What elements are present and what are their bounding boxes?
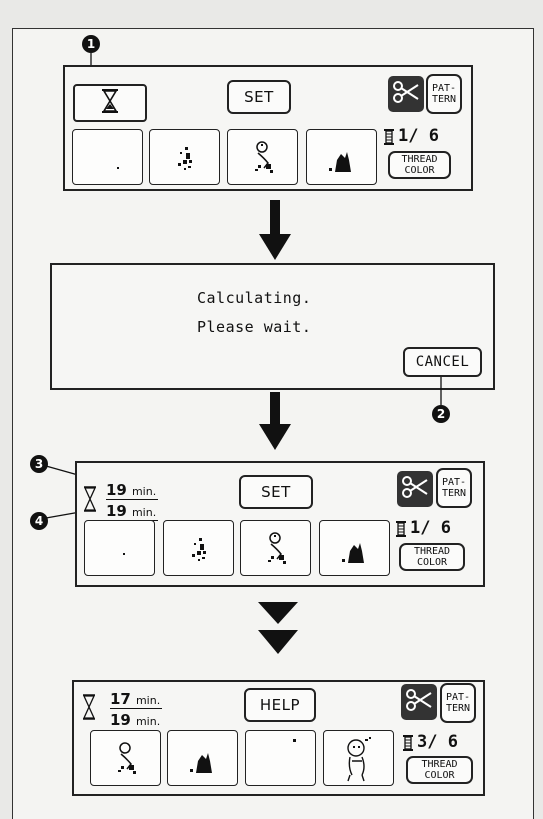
thread-color-button[interactable]: THREAD COLOR <box>406 756 473 784</box>
dot-mark <box>293 739 296 742</box>
screen3-panel: 19 min. 19 min. SET PAT- TERN 1/ 6 THREA… <box>75 461 485 587</box>
thumbnail-4[interactable] <box>323 730 394 786</box>
thumbnail-3[interactable] <box>240 520 311 576</box>
screen4-panel: 17 min. 19 min. HELP PAT- TERN 3/ 6 THRE… <box>72 680 485 796</box>
scissors-button[interactable] <box>397 471 433 507</box>
total-time: 19 min. <box>106 480 159 500</box>
pattern-label-2: TERN <box>445 703 471 714</box>
cat-figure-icon <box>190 753 212 773</box>
thumbnail-2[interactable] <box>167 730 238 786</box>
dot-mark <box>123 553 125 555</box>
hourglass-icon <box>83 486 97 516</box>
remaining-time-value: 19 <box>110 711 131 729</box>
thread-counter: 1/ 6 <box>410 518 451 538</box>
pattern-label-2: TERN <box>441 488 467 499</box>
help-button-label: HELP <box>259 696 301 714</box>
remaining-time: 19 min. <box>110 710 160 729</box>
thread-spool-icon <box>395 521 407 541</box>
thumbnail-1[interactable] <box>84 520 155 576</box>
total-time-value: 17 <box>110 690 131 708</box>
thread-color-button[interactable]: THREAD COLOR <box>399 543 465 571</box>
thread-label-1: THREAD <box>421 759 458 770</box>
thumbnail-4[interactable] <box>319 520 390 576</box>
cartoon-character-icon <box>118 742 136 774</box>
cartoon-character-icon <box>268 532 286 564</box>
scissors-icon <box>401 475 429 503</box>
cartoon-child-icon <box>347 737 371 782</box>
scissors-button[interactable] <box>401 684 437 720</box>
thumbnail-2[interactable] <box>163 520 234 576</box>
thread-label-1: THREAD <box>413 546 451 557</box>
thread-counter: 3/ 6 <box>417 732 458 752</box>
pattern-label-1: PAT- <box>445 692 471 703</box>
pattern-button[interactable]: PAT- TERN <box>436 468 472 508</box>
remaining-time-unit: min. <box>131 506 157 519</box>
pattern-button[interactable]: PAT- TERN <box>440 683 476 723</box>
thumbnail-3[interactable] <box>245 730 316 786</box>
cat-figure-icon <box>342 543 364 563</box>
pattern-label-1: PAT- <box>441 477 467 488</box>
total-time-value: 19 <box>106 481 127 499</box>
remaining-time-value: 19 <box>106 502 127 520</box>
set-button-label: SET <box>261 483 291 501</box>
remaining-time: 19 min. <box>106 501 159 521</box>
remaining-time-unit: min. <box>135 715 161 728</box>
total-time: 17 min. <box>110 689 163 709</box>
total-time-unit: min. <box>131 485 157 498</box>
scissors-icon <box>405 688 433 716</box>
thread-label-2: COLOR <box>424 770 455 781</box>
double-arrow-down-icon <box>258 602 298 654</box>
hourglass-icon <box>82 694 96 724</box>
thread-spool-icon <box>402 735 414 755</box>
cartoon-figure-small-icon <box>192 538 206 561</box>
thumbnail-1[interactable] <box>90 730 161 786</box>
set-button[interactable]: SET <box>239 475 313 509</box>
total-time-unit: min. <box>135 694 161 707</box>
thread-label-2: COLOR <box>416 557 448 568</box>
help-button[interactable]: HELP <box>244 688 316 722</box>
